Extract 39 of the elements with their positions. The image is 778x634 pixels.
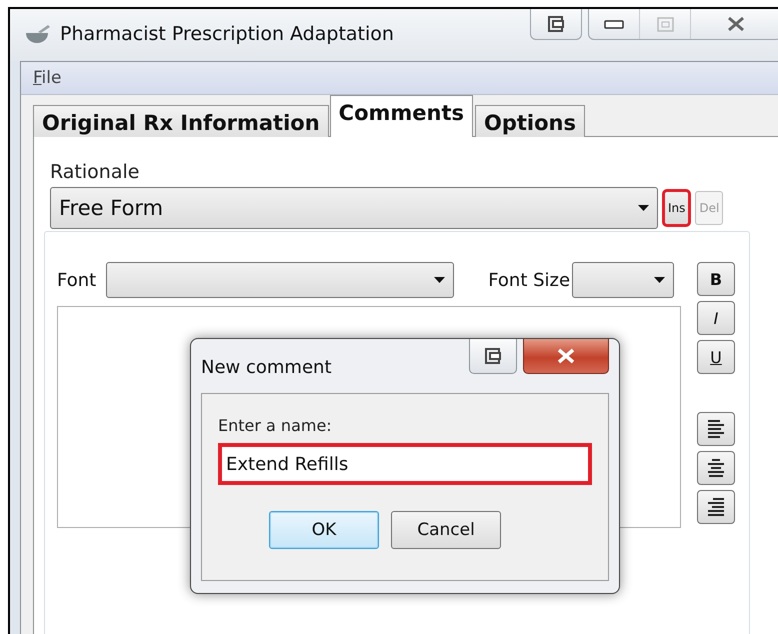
dock-button[interactable] bbox=[469, 339, 517, 374]
prompt-label: Enter a name: bbox=[218, 416, 333, 435]
italic-button[interactable]: I bbox=[697, 301, 735, 335]
bold-button[interactable]: B bbox=[697, 262, 735, 296]
field-label: Font Size bbox=[488, 270, 570, 290]
menu-item[interactable]: File bbox=[33, 68, 62, 88]
rationale-dropdown[interactable]: Free Form bbox=[50, 187, 658, 229]
tab[interactable]: Comments bbox=[330, 95, 473, 137]
maximize-icon bbox=[656, 16, 674, 32]
align-left-button[interactable] bbox=[697, 412, 735, 446]
dock-button[interactable] bbox=[530, 9, 582, 40]
window-title: Pharmacist Prescription Adaptation bbox=[60, 23, 394, 45]
window-icon bbox=[484, 348, 502, 364]
small-button[interactable]: Ins bbox=[664, 191, 690, 225]
minimize-icon bbox=[604, 20, 624, 28]
dialog-title: New comment bbox=[201, 356, 332, 378]
field-label: Font bbox=[57, 270, 96, 290]
align-left-icon bbox=[707, 419, 725, 439]
dialog-button[interactable]: Cancel bbox=[391, 511, 501, 549]
close-icon bbox=[727, 16, 745, 32]
align-center-button[interactable] bbox=[697, 451, 735, 485]
name-input-field[interactable]: Extend Refills bbox=[218, 443, 592, 485]
dropdown-arrow-icon bbox=[434, 277, 446, 283]
font-dropdown[interactable] bbox=[106, 262, 454, 298]
field-label: Rationale bbox=[50, 161, 140, 183]
tab[interactable]: Options bbox=[475, 105, 585, 137]
dialog-button[interactable]: OK bbox=[269, 511, 379, 549]
close-icon bbox=[557, 348, 575, 364]
align-right-button[interactable] bbox=[697, 490, 735, 524]
window-icon bbox=[548, 16, 564, 32]
mortar-and-pestle-icon bbox=[24, 23, 50, 45]
align-right-icon bbox=[707, 497, 725, 517]
dropdown-arrow-icon bbox=[638, 205, 649, 211]
tab[interactable]: Original Rx Information bbox=[33, 105, 329, 137]
dropdown-arrow-icon bbox=[654, 277, 666, 283]
underline-button[interactable]: U bbox=[697, 340, 735, 374]
align-center-icon bbox=[707, 458, 725, 478]
close-button[interactable] bbox=[523, 339, 609, 374]
font-size-dropdown[interactable] bbox=[572, 262, 674, 298]
